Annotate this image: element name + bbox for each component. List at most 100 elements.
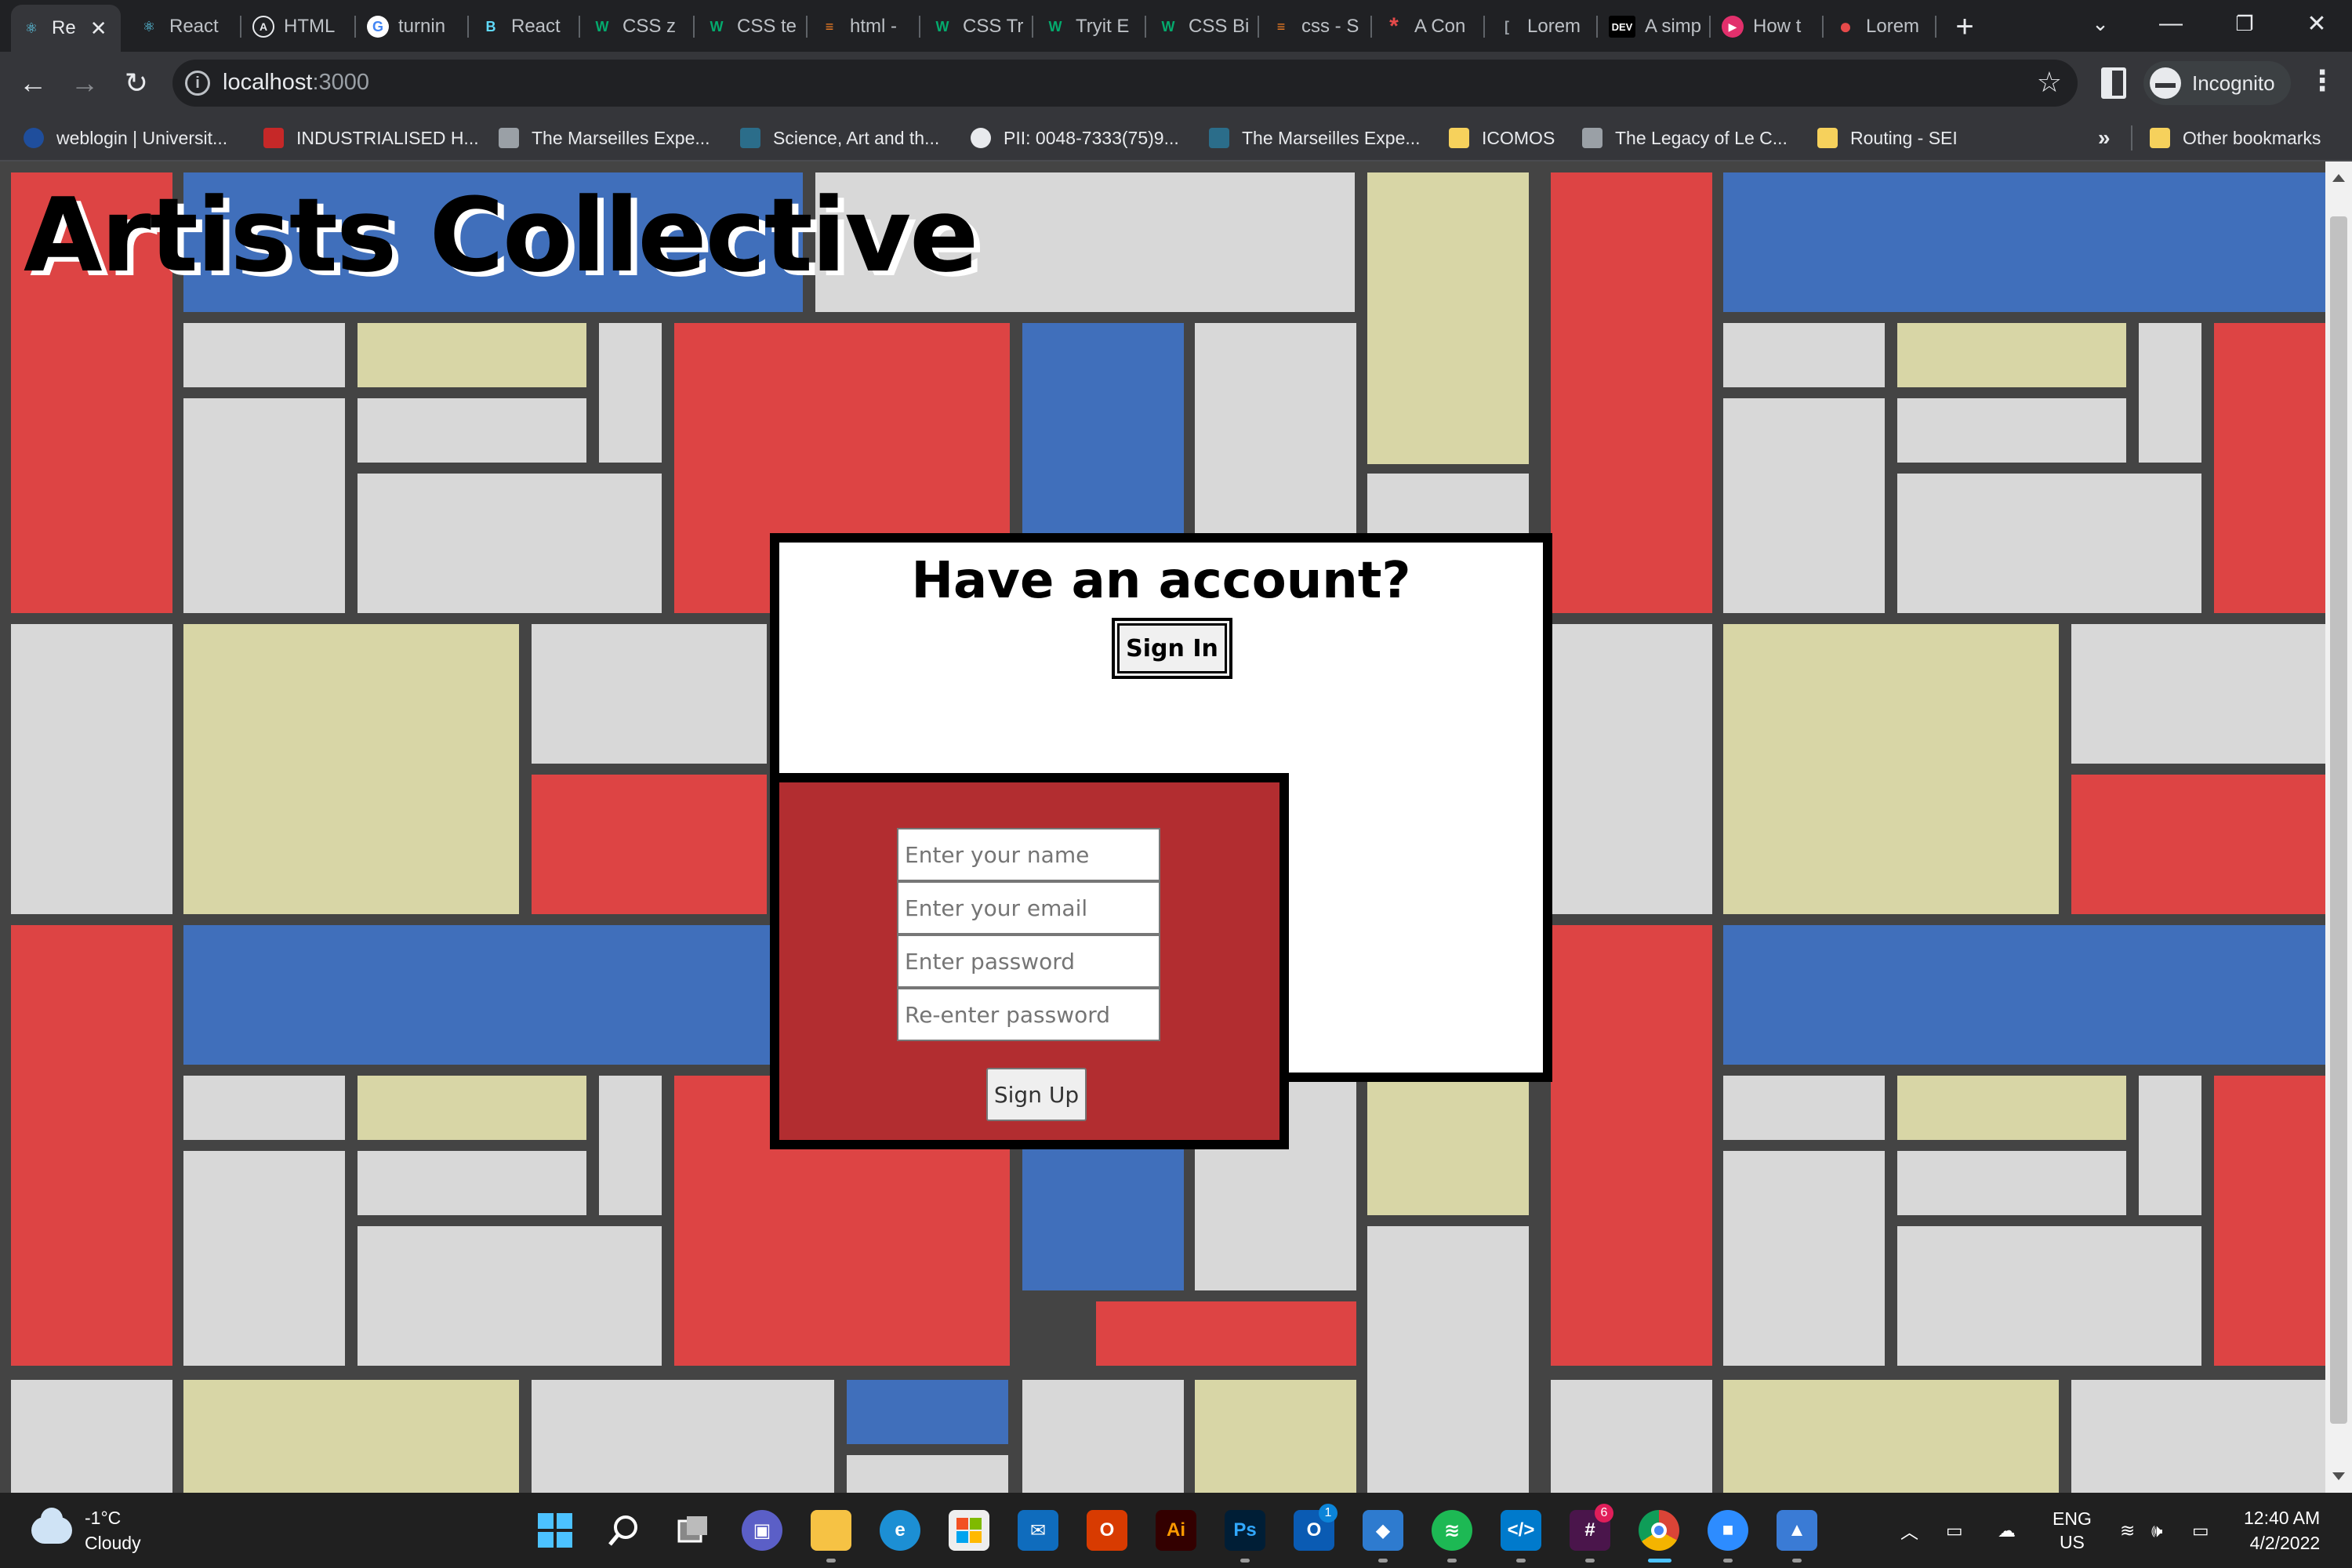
- bookmark-star-icon[interactable]: ☆: [2037, 66, 2062, 99]
- mondrian-tile-grey: [1723, 1151, 1885, 1366]
- mondrian-tile-red: [2214, 1076, 2325, 1366]
- bookmark-label: The Marseilles Expe...: [532, 127, 710, 148]
- tab[interactable]: W Tryit E: [1035, 6, 1145, 47]
- tab[interactable]: DEV A simp: [1599, 6, 1709, 47]
- tab[interactable]: ▶ How t: [1712, 6, 1822, 47]
- sign-up-button[interactable]: Sign Up: [986, 1068, 1087, 1121]
- battery-icon[interactable]: ▭: [2192, 1493, 2209, 1568]
- system-clock[interactable]: 12:40 AM 4/2/2022: [2244, 1505, 2320, 1555]
- bookmark-item[interactable]: ICOMOS: [1449, 124, 1555, 152]
- mondrian-tile-yellow: [183, 624, 519, 914]
- tab[interactable]: B React: [470, 6, 580, 47]
- tab[interactable]: W CSS Bi: [1148, 6, 1258, 47]
- mondrian-tile-yellow: [1723, 624, 2059, 914]
- mondrian-tile-red: [1551, 925, 1712, 1366]
- tab[interactable]: W CSS te: [696, 6, 806, 47]
- tab-label: HTML: [284, 16, 336, 37]
- info-icon[interactable]: i: [185, 71, 210, 96]
- mondrian-tile-red: [2214, 323, 2325, 613]
- scrollbar-thumb[interactable]: [2330, 216, 2347, 1424]
- restore-button[interactable]: ❐: [2209, 0, 2280, 47]
- reload-button[interactable]: ↻: [118, 64, 155, 102]
- scroll-up-arrow-icon[interactable]: [2332, 174, 2345, 182]
- clock-date: 4/2/2022: [2249, 1533, 2321, 1553]
- tab[interactable]: ● Lorem: [1825, 6, 1935, 47]
- tab-search-button[interactable]: ⌄: [2065, 0, 2136, 47]
- sourcetree-icon[interactable]: ◆: [1363, 1510, 1403, 1551]
- bookmark-item[interactable]: weblogin | Universit...: [24, 124, 227, 152]
- forward-button[interactable]: →: [66, 64, 103, 102]
- tab[interactable]: ≡ html -: [809, 6, 919, 47]
- start-windows-icon[interactable]: [535, 1510, 575, 1551]
- address-bar[interactable]: i localhost:3000 ☆: [172, 60, 2078, 107]
- name-field[interactable]: [897, 828, 1160, 881]
- email-field[interactable]: [897, 881, 1160, 935]
- vscode-icon[interactable]: </>: [1501, 1510, 1541, 1551]
- incognito-profile-button[interactable]: Incognito: [2143, 61, 2291, 105]
- close-window-button[interactable]: ✕: [2281, 0, 2352, 47]
- tab[interactable]: A HTML: [243, 6, 353, 47]
- bookmark-item[interactable]: The Marseilles Expe...: [499, 124, 710, 152]
- task-view-icon[interactable]: [673, 1510, 713, 1551]
- sign-in-button[interactable]: Sign In: [1112, 618, 1232, 679]
- photos-icon[interactable]: ▲: [1777, 1510, 1817, 1551]
- file-explorer-icon[interactable]: [811, 1510, 851, 1551]
- spotify-icon[interactable]: ≋: [1432, 1510, 1472, 1551]
- volume-icon[interactable]: 🕪: [2151, 1493, 2163, 1568]
- tab-label: A Con: [1414, 16, 1466, 37]
- bookmark-item[interactable]: PII: 0048-7333(75)9...: [971, 124, 1179, 152]
- scroll-down-arrow-icon[interactable]: [2332, 1472, 2345, 1480]
- chrome-icon[interactable]: [1639, 1510, 1679, 1551]
- wifi-icon[interactable]: ≋: [2120, 1493, 2135, 1568]
- w3schools-icon: W: [935, 18, 949, 34]
- password-field[interactable]: [897, 935, 1160, 988]
- zoom-icon[interactable]: ■: [1708, 1510, 1748, 1551]
- bookmark-item[interactable]: The Legacy of Le C...: [1582, 124, 1788, 152]
- photoshop-icon[interactable]: Ps: [1225, 1510, 1265, 1551]
- mondrian-tile-grey: [1723, 1076, 1885, 1140]
- tab[interactable]: G turnin: [358, 6, 467, 47]
- reenter-password-field[interactable]: [897, 988, 1160, 1041]
- back-button[interactable]: ←: [14, 64, 52, 102]
- tab-separator: [1032, 16, 1033, 38]
- other-bookmarks[interactable]: Other bookmarks: [2150, 124, 2321, 152]
- tab[interactable]: ⚛ React: [129, 6, 238, 47]
- edge-icon[interactable]: e: [880, 1510, 920, 1551]
- tab[interactable]: ≡ css - S: [1261, 6, 1370, 47]
- store-icon[interactable]: [949, 1510, 989, 1551]
- mondrian-tile-grey: [2139, 323, 2201, 463]
- bookmark-item[interactable]: Routing - SEI: [1817, 124, 1958, 152]
- mondrian-tile-grey: [11, 1380, 172, 1493]
- mail-badge: 1: [1319, 1504, 1338, 1523]
- language-indicator[interactable]: ENG US: [2053, 1493, 2092, 1568]
- minimize-button[interactable]: —: [2136, 0, 2206, 47]
- page-scrollbar[interactable]: [2325, 162, 2352, 1493]
- bookmark-item[interactable]: Science, Art and th...: [740, 124, 939, 152]
- tab-separator: [1483, 16, 1485, 38]
- search-icon[interactable]: [604, 1510, 644, 1551]
- weather-widget[interactable]: -1°C Cloudy: [31, 1505, 141, 1555]
- menu-kebab-icon[interactable]: ⋮: [2308, 64, 2336, 97]
- tab[interactable]: * A Con: [1374, 6, 1483, 47]
- side-panel-icon[interactable]: [2101, 67, 2126, 99]
- monitor-icon[interactable]: ▭: [1946, 1493, 1963, 1568]
- tab[interactable]: W CSS z: [582, 6, 691, 47]
- mail-icon[interactable]: ✉: [1018, 1510, 1058, 1551]
- tab-active[interactable]: ⚛ Re ✕: [11, 5, 121, 52]
- tab[interactable]: [ Lorem: [1486, 6, 1596, 47]
- teams-chat-icon[interactable]: ▣: [742, 1510, 782, 1551]
- bookmark-item[interactable]: INDUSTRIALISED H...: [263, 124, 479, 152]
- tab[interactable]: W CSS Tr: [922, 6, 1032, 47]
- mondrian-tile-grey: [1897, 1226, 2201, 1366]
- illustrator-icon[interactable]: Ai: [1156, 1510, 1196, 1551]
- mondrian-tile-grey: [358, 1151, 586, 1215]
- bookmark-item[interactable]: The Marseilles Expe...: [1209, 124, 1421, 152]
- show-hidden-icons-chevron-icon[interactable]: ︿: [1900, 1493, 1918, 1568]
- onedrive-cloud-icon[interactable]: ☁: [1998, 1493, 2016, 1568]
- office-icon[interactable]: O: [1087, 1510, 1127, 1551]
- more-bookmarks-icon[interactable]: »: [2098, 125, 2111, 151]
- mondrian-tile-grey: [1723, 398, 1885, 613]
- url-text[interactable]: localhost:3000: [223, 70, 369, 96]
- new-tab-button[interactable]: +: [1947, 9, 1982, 44]
- close-tab-icon[interactable]: ✕: [90, 16, 107, 41]
